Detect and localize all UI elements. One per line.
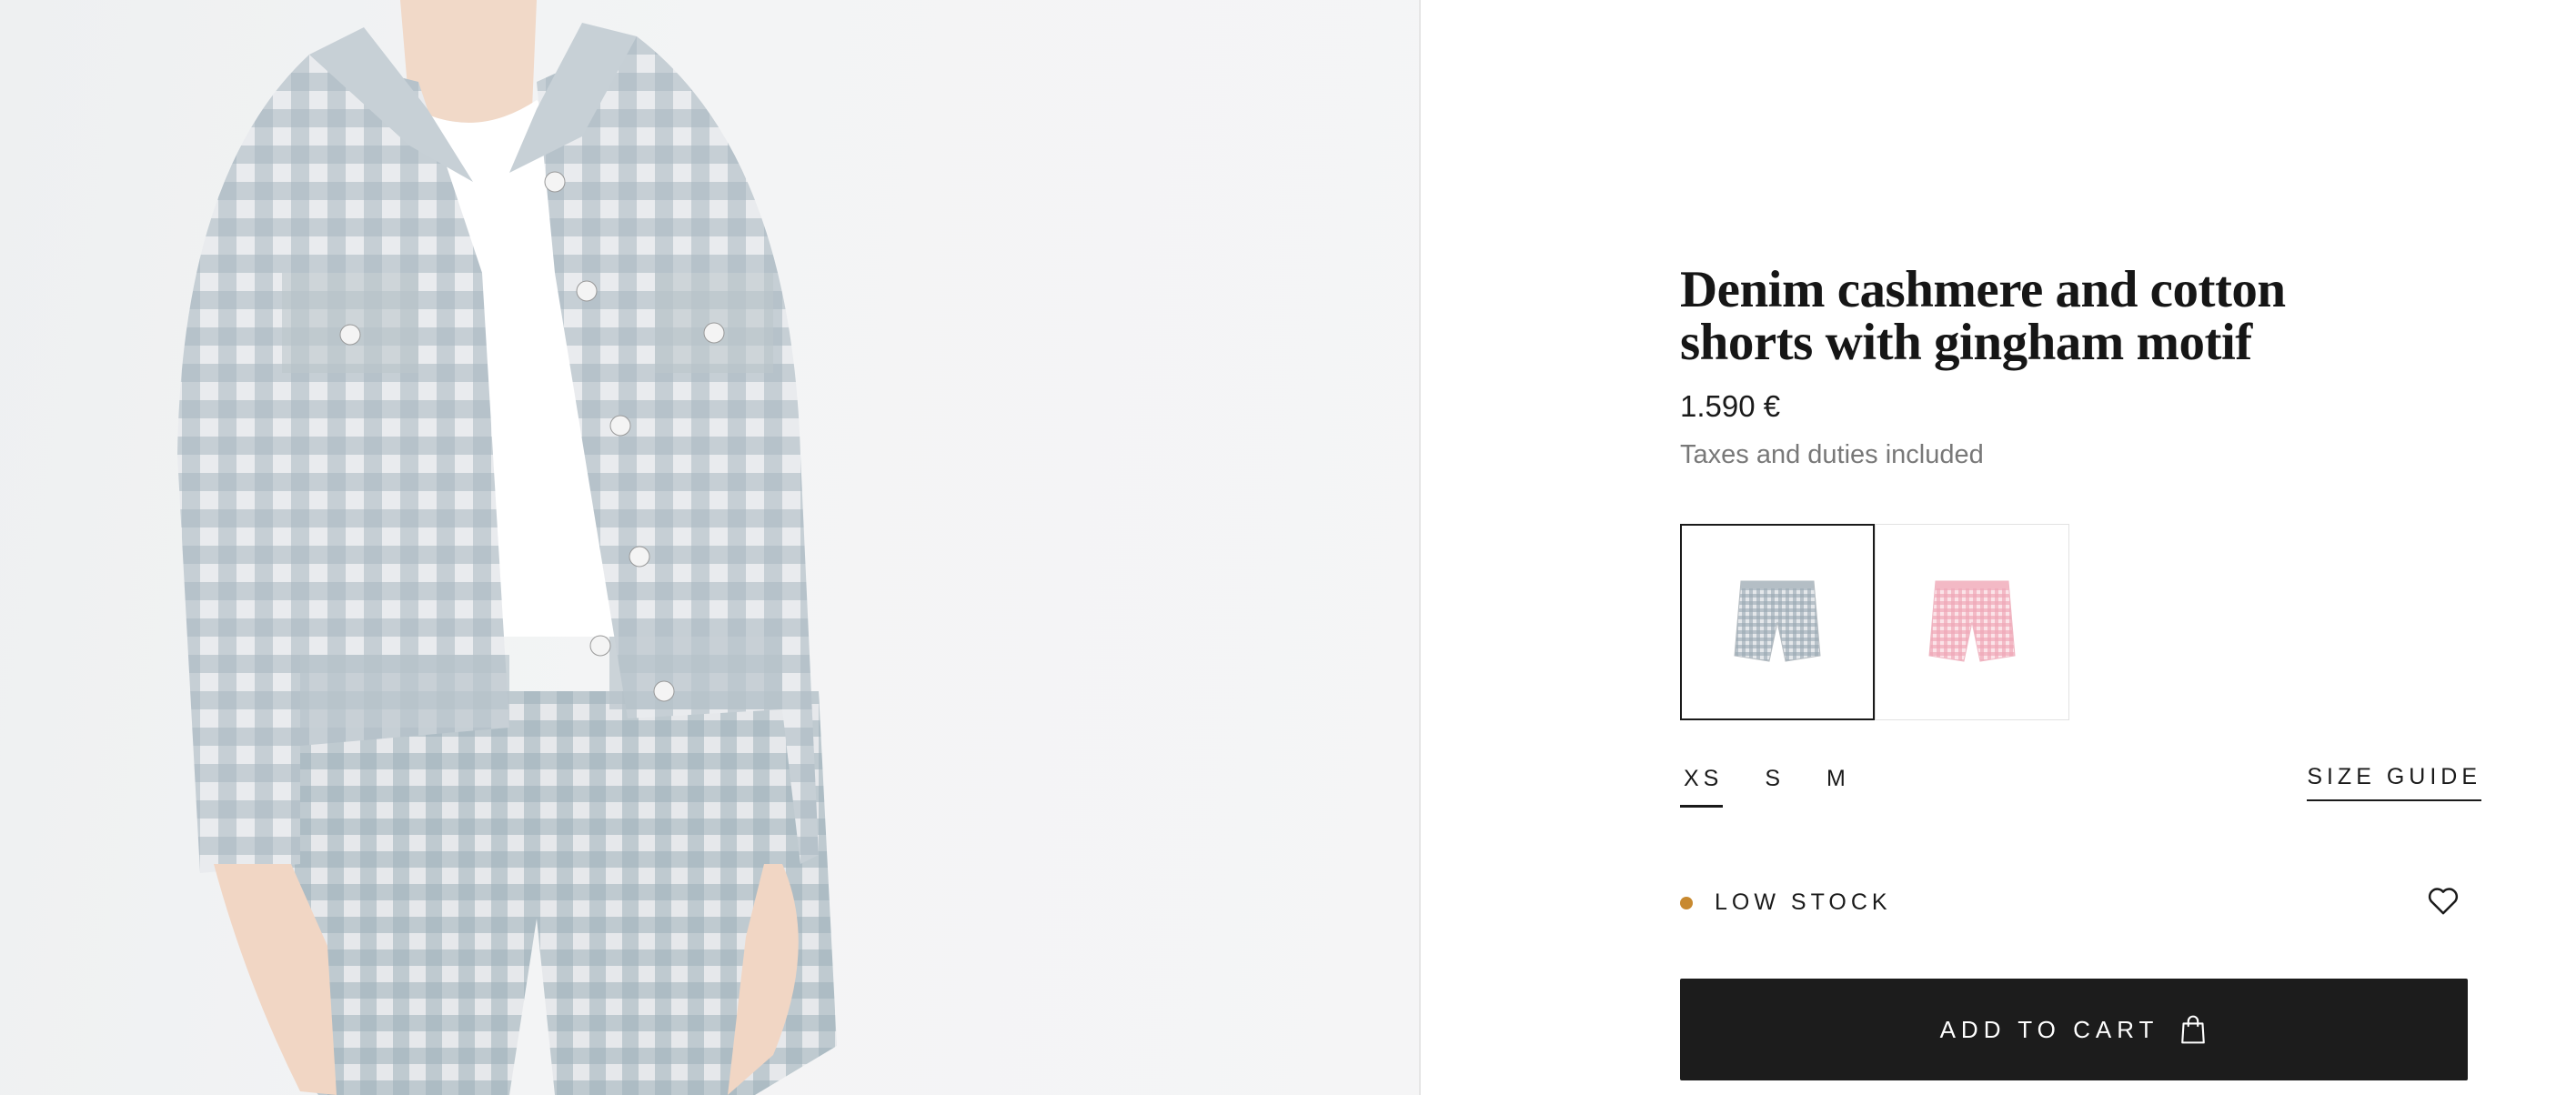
color-swatches bbox=[1680, 524, 2069, 720]
heart-icon bbox=[2428, 888, 2459, 915]
add-to-cart-button[interactable]: ADD TO CART bbox=[1680, 979, 2468, 1080]
stock-indicator-dot bbox=[1680, 896, 1693, 909]
product-price: 1.590 € bbox=[1680, 389, 1781, 423]
product-title: Denim cashmere and cotton shorts with gi… bbox=[1680, 261, 2286, 371]
product-image[interactable] bbox=[0, 0, 1419, 1095]
size-selector: XS S M bbox=[1680, 762, 1888, 808]
shopping-bag-icon bbox=[2181, 1015, 2206, 1044]
product-info-panel: Denim cashmere and cotton shorts with gi… bbox=[1421, 0, 2576, 1095]
color-swatch-pink[interactable] bbox=[1875, 524, 2069, 720]
size-guide-link[interactable]: SIZE GUIDE bbox=[2307, 764, 2481, 801]
add-to-cart-label: ADD TO CART bbox=[1939, 1015, 2159, 1043]
taxes-note: Taxes and duties included bbox=[1680, 440, 1984, 469]
size-option-xs[interactable]: XS bbox=[1680, 762, 1724, 808]
shorts-thumbnail-icon bbox=[1928, 580, 2016, 662]
model-jacket-illustration bbox=[177, 0, 837, 1095]
stock-label: LOW STOCK bbox=[1715, 889, 1892, 915]
wishlist-button[interactable] bbox=[2425, 882, 2461, 919]
size-option-s[interactable]: S bbox=[1761, 762, 1785, 808]
shorts-thumbnail-icon bbox=[1734, 580, 1821, 662]
size-option-m[interactable]: M bbox=[1823, 762, 1850, 808]
color-swatch-denim[interactable] bbox=[1680, 524, 1875, 720]
stock-status: LOW STOCK bbox=[1680, 889, 1892, 916]
